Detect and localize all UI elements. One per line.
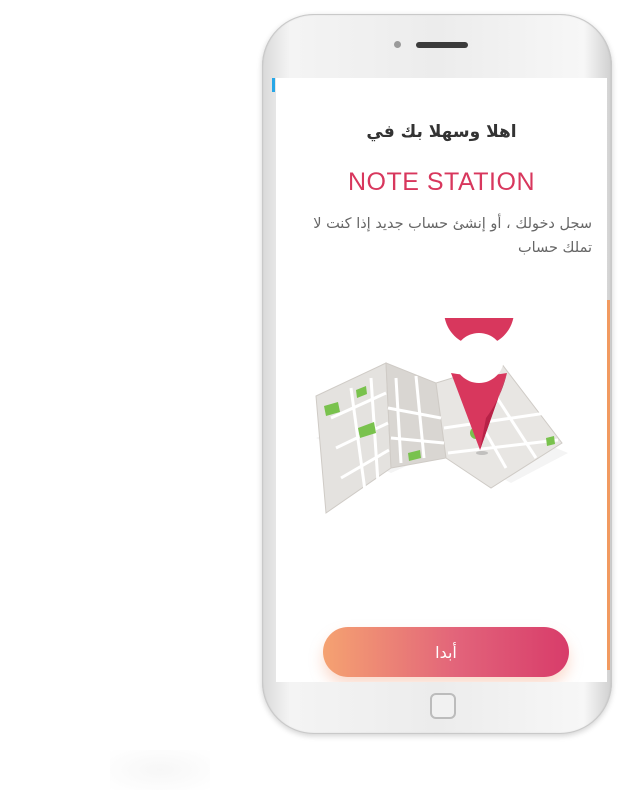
front-camera (394, 41, 401, 48)
welcome-subtitle: سجل دخولك ، أو إنشئ حساب جديد إذا كنت لا… (313, 216, 592, 256)
app-screen: اهلا وسهلا بك في NOTE STATION سجل دخولك … (276, 78, 607, 682)
side-button (272, 78, 275, 92)
app-brand-title: NOTE STATION (347, 168, 536, 196)
decorative-blur (110, 750, 210, 790)
welcome-heading: اهلا وسهلا بك في (366, 122, 517, 142)
start-button[interactable]: أبدا (323, 627, 569, 677)
home-button[interactable] (430, 693, 456, 719)
earpiece-speaker (416, 42, 468, 48)
map-location-icon (315, 318, 568, 514)
